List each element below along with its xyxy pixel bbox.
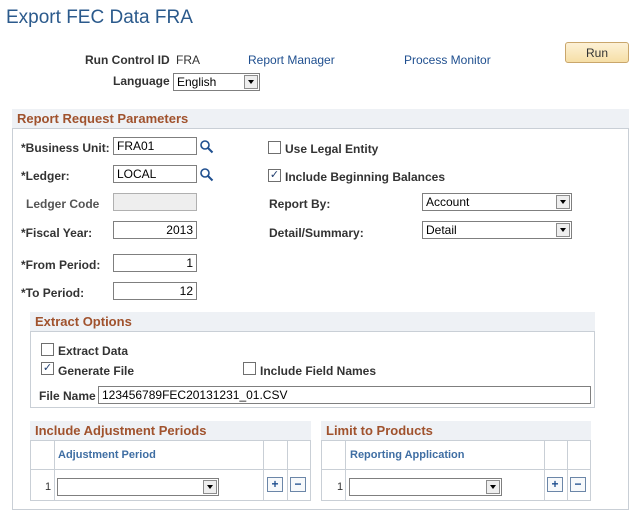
from-period-input[interactable] (113, 254, 197, 272)
grid-divider (30, 469, 311, 470)
minus-icon[interactable]: − (290, 477, 306, 492)
run-button[interactable]: Run (565, 42, 629, 63)
adjustment-period-column-header: Adjustment Period (58, 449, 156, 461)
report-request-parameters-title: Report Request Parameters (12, 109, 629, 129)
to-period-label: *To Period: (21, 286, 85, 300)
run-control-value: FRA (176, 53, 200, 67)
file-name-label: File Name (39, 389, 96, 403)
extract-data-label: Extract Data (58, 344, 129, 358)
grid-divider (54, 441, 55, 500)
detail-summary-label: Detail/Summary: (269, 226, 364, 240)
detail-summary-select-value: Detail (426, 223, 457, 237)
chevron-down-icon (203, 480, 217, 494)
report-by-select-value: Account (426, 195, 470, 209)
adjustment-periods-title: Include Adjustment Periods (30, 421, 311, 441)
business-unit-label: *Business Unit: (21, 141, 110, 155)
include-beginning-balances-label: Include Beginning Balances (285, 170, 446, 184)
ledger-code-input (113, 193, 197, 211)
report-manager-link[interactable]: Report Manager (248, 53, 335, 67)
ledger-input[interactable] (113, 165, 197, 183)
row-number: 1 (337, 481, 344, 493)
chevron-down-icon (556, 195, 570, 209)
grid-divider (567, 441, 568, 500)
run-control-label: Run Control ID (85, 53, 170, 67)
ledger-label: *Ledger: (21, 169, 70, 183)
report-by-label: Report By: (269, 197, 331, 211)
plus-icon[interactable]: + (267, 477, 283, 492)
report-by-select[interactable]: Account (422, 193, 572, 211)
reporting-application-column-header: Reporting Application (350, 449, 465, 461)
language-select[interactable]: English (173, 73, 260, 91)
use-legal-entity-label: Use Legal Entity (285, 142, 379, 156)
generate-file-label: Generate File (58, 364, 135, 378)
file-name-input[interactable] (98, 386, 591, 404)
language-label: Language (113, 74, 170, 88)
include-field-names-label: Include Field Names (260, 364, 377, 378)
process-monitor-link[interactable]: Process Monitor (404, 53, 491, 67)
plus-icon[interactable]: + (547, 477, 563, 492)
row-number: 1 (45, 481, 52, 493)
magnifier-icon[interactable] (199, 139, 214, 154)
chevron-down-icon (556, 223, 570, 237)
language-select-value: English (177, 75, 217, 89)
magnifier-icon[interactable] (199, 167, 214, 182)
grid-divider (345, 441, 346, 500)
business-unit-input[interactable] (113, 137, 197, 155)
generate-file-checkbox[interactable]: ✓ (41, 362, 54, 375)
include-beginning-balances-checkbox[interactable]: ✓ (268, 169, 281, 182)
reporting-application-select[interactable] (349, 478, 502, 496)
grid-divider (263, 441, 264, 500)
limit-to-products-title: Limit to Products (321, 421, 591, 441)
detail-summary-select[interactable]: Detail (422, 221, 572, 239)
grid-divider (321, 469, 591, 470)
minus-icon[interactable]: − (570, 477, 586, 492)
grid-divider (287, 441, 288, 500)
chevron-down-icon (244, 75, 258, 89)
fiscal-year-label: *Fiscal Year: (21, 226, 93, 240)
ledger-code-label: Ledger Code (26, 197, 100, 211)
to-period-input[interactable] (113, 282, 197, 300)
from-period-label: *From Period: (21, 258, 101, 272)
page-title: Export FEC Data FRA (6, 7, 193, 28)
chevron-down-icon (486, 480, 500, 494)
include-field-names-checkbox[interactable] (243, 362, 256, 375)
fiscal-year-input[interactable] (113, 221, 197, 239)
extract-options-title: Extract Options (30, 312, 595, 332)
grid-divider (544, 441, 545, 500)
use-legal-entity-checkbox[interactable] (268, 141, 281, 154)
extract-data-checkbox[interactable] (41, 343, 54, 356)
adjustment-period-select[interactable] (57, 478, 219, 496)
